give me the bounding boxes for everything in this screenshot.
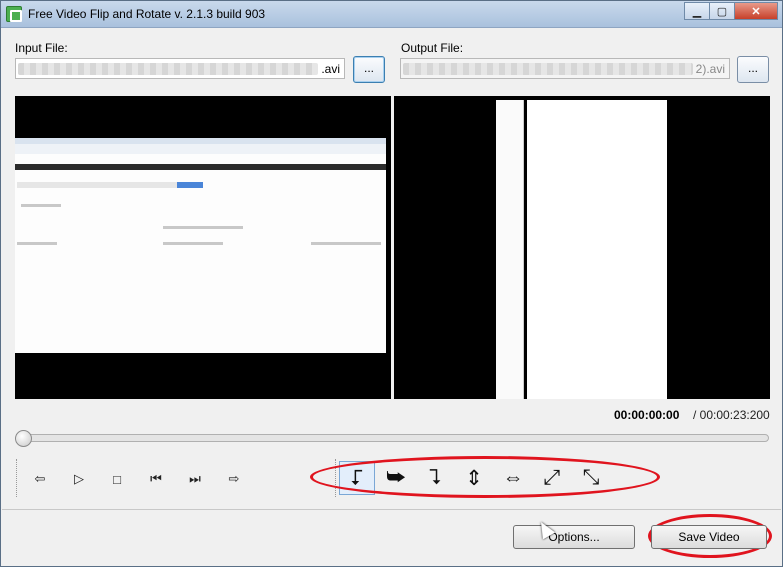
rotate-90-cw-icon: ⮩ xyxy=(386,466,406,489)
go-end-button[interactable]: ⏭ xyxy=(183,467,207,491)
transpose-icon: ⤢ xyxy=(543,466,561,489)
stop-button[interactable]: □ xyxy=(105,467,129,491)
seek-slider-thumb[interactable] xyxy=(15,430,32,447)
app-window: Free Video Flip and Rotate v. 2.1.3 buil… xyxy=(0,0,783,567)
stop-icon: □ xyxy=(113,471,121,487)
output-video-frame-left xyxy=(496,100,524,399)
seek-slider-track[interactable] xyxy=(19,434,769,442)
input-video-frame xyxy=(15,138,386,353)
flip-horizontal-icon: ⇔ xyxy=(502,466,524,489)
input-browse-button[interactable]: ... xyxy=(353,56,385,83)
close-button[interactable]: ✕ xyxy=(734,2,778,20)
footer-divider xyxy=(2,509,781,510)
prev-frame-icon: ⇦ xyxy=(34,471,46,486)
title-bar[interactable]: Free Video Flip and Rotate v. 2.1.3 buil… xyxy=(1,1,782,28)
app-icon xyxy=(6,6,22,22)
window-controls: ▁ ▢ ✕ xyxy=(684,2,778,20)
transverse-icon: ⤡ xyxy=(582,466,600,489)
minimize-button[interactable]: ▁ xyxy=(684,2,710,20)
save-video-button[interactable]: Save Video xyxy=(651,525,767,549)
rotate-90-ccw-icon: ⮦ xyxy=(350,466,364,489)
output-preview xyxy=(394,96,770,399)
output-file-field[interactable]: 2).avi xyxy=(400,58,730,79)
toolbar-separator xyxy=(335,459,336,497)
input-file-label: Input File: xyxy=(15,41,68,55)
flip-vertical-icon: ⇕ xyxy=(465,466,483,490)
next-frame-icon: ⇨ xyxy=(228,471,240,486)
input-file-extension: .avi xyxy=(321,62,340,76)
transpose-button[interactable]: ⤢ xyxy=(534,461,570,495)
options-button[interactable]: Options... xyxy=(513,525,635,549)
output-browse-button[interactable]: ... xyxy=(737,56,769,83)
rotate-180-icon: ⮧ xyxy=(428,466,442,489)
maximize-button[interactable]: ▢ xyxy=(709,2,735,20)
flip-horizontal-button[interactable]: ⇔ xyxy=(495,461,531,495)
input-preview xyxy=(15,96,391,399)
play-icon: ▷ xyxy=(74,471,84,486)
output-file-extension: 2).avi xyxy=(695,62,725,76)
blurred-path xyxy=(403,63,693,75)
rotate-180-button[interactable]: ⮧ xyxy=(417,461,453,495)
current-timecode: 00:00:00:00 xyxy=(614,408,680,422)
go-start-icon: ⏮ xyxy=(150,471,162,486)
transverse-button[interactable]: ⤡ xyxy=(573,461,609,495)
window-title: Free Video Flip and Rotate v. 2.1.3 buil… xyxy=(28,7,266,21)
flip-vertical-button[interactable]: ⇕ xyxy=(456,461,492,495)
total-duration: / 00:00:23:200 xyxy=(693,408,770,422)
output-file-label: Output File: xyxy=(401,41,464,55)
next-frame-button[interactable]: ⇨ xyxy=(222,467,246,491)
prev-frame-button[interactable]: ⇦ xyxy=(28,467,52,491)
rotate-90-ccw-button[interactable]: ⮦ xyxy=(339,461,375,495)
go-end-icon: ⏭ xyxy=(189,471,201,486)
play-button[interactable]: ▷ xyxy=(67,467,91,491)
go-start-button[interactable]: ⏮ xyxy=(144,467,168,491)
toolbar-separator xyxy=(16,459,17,497)
output-video-frame xyxy=(527,100,667,399)
blurred-path xyxy=(18,63,318,75)
rotate-90-cw-button[interactable]: ⮩ xyxy=(378,461,414,495)
input-file-field[interactable]: .avi xyxy=(15,58,345,79)
